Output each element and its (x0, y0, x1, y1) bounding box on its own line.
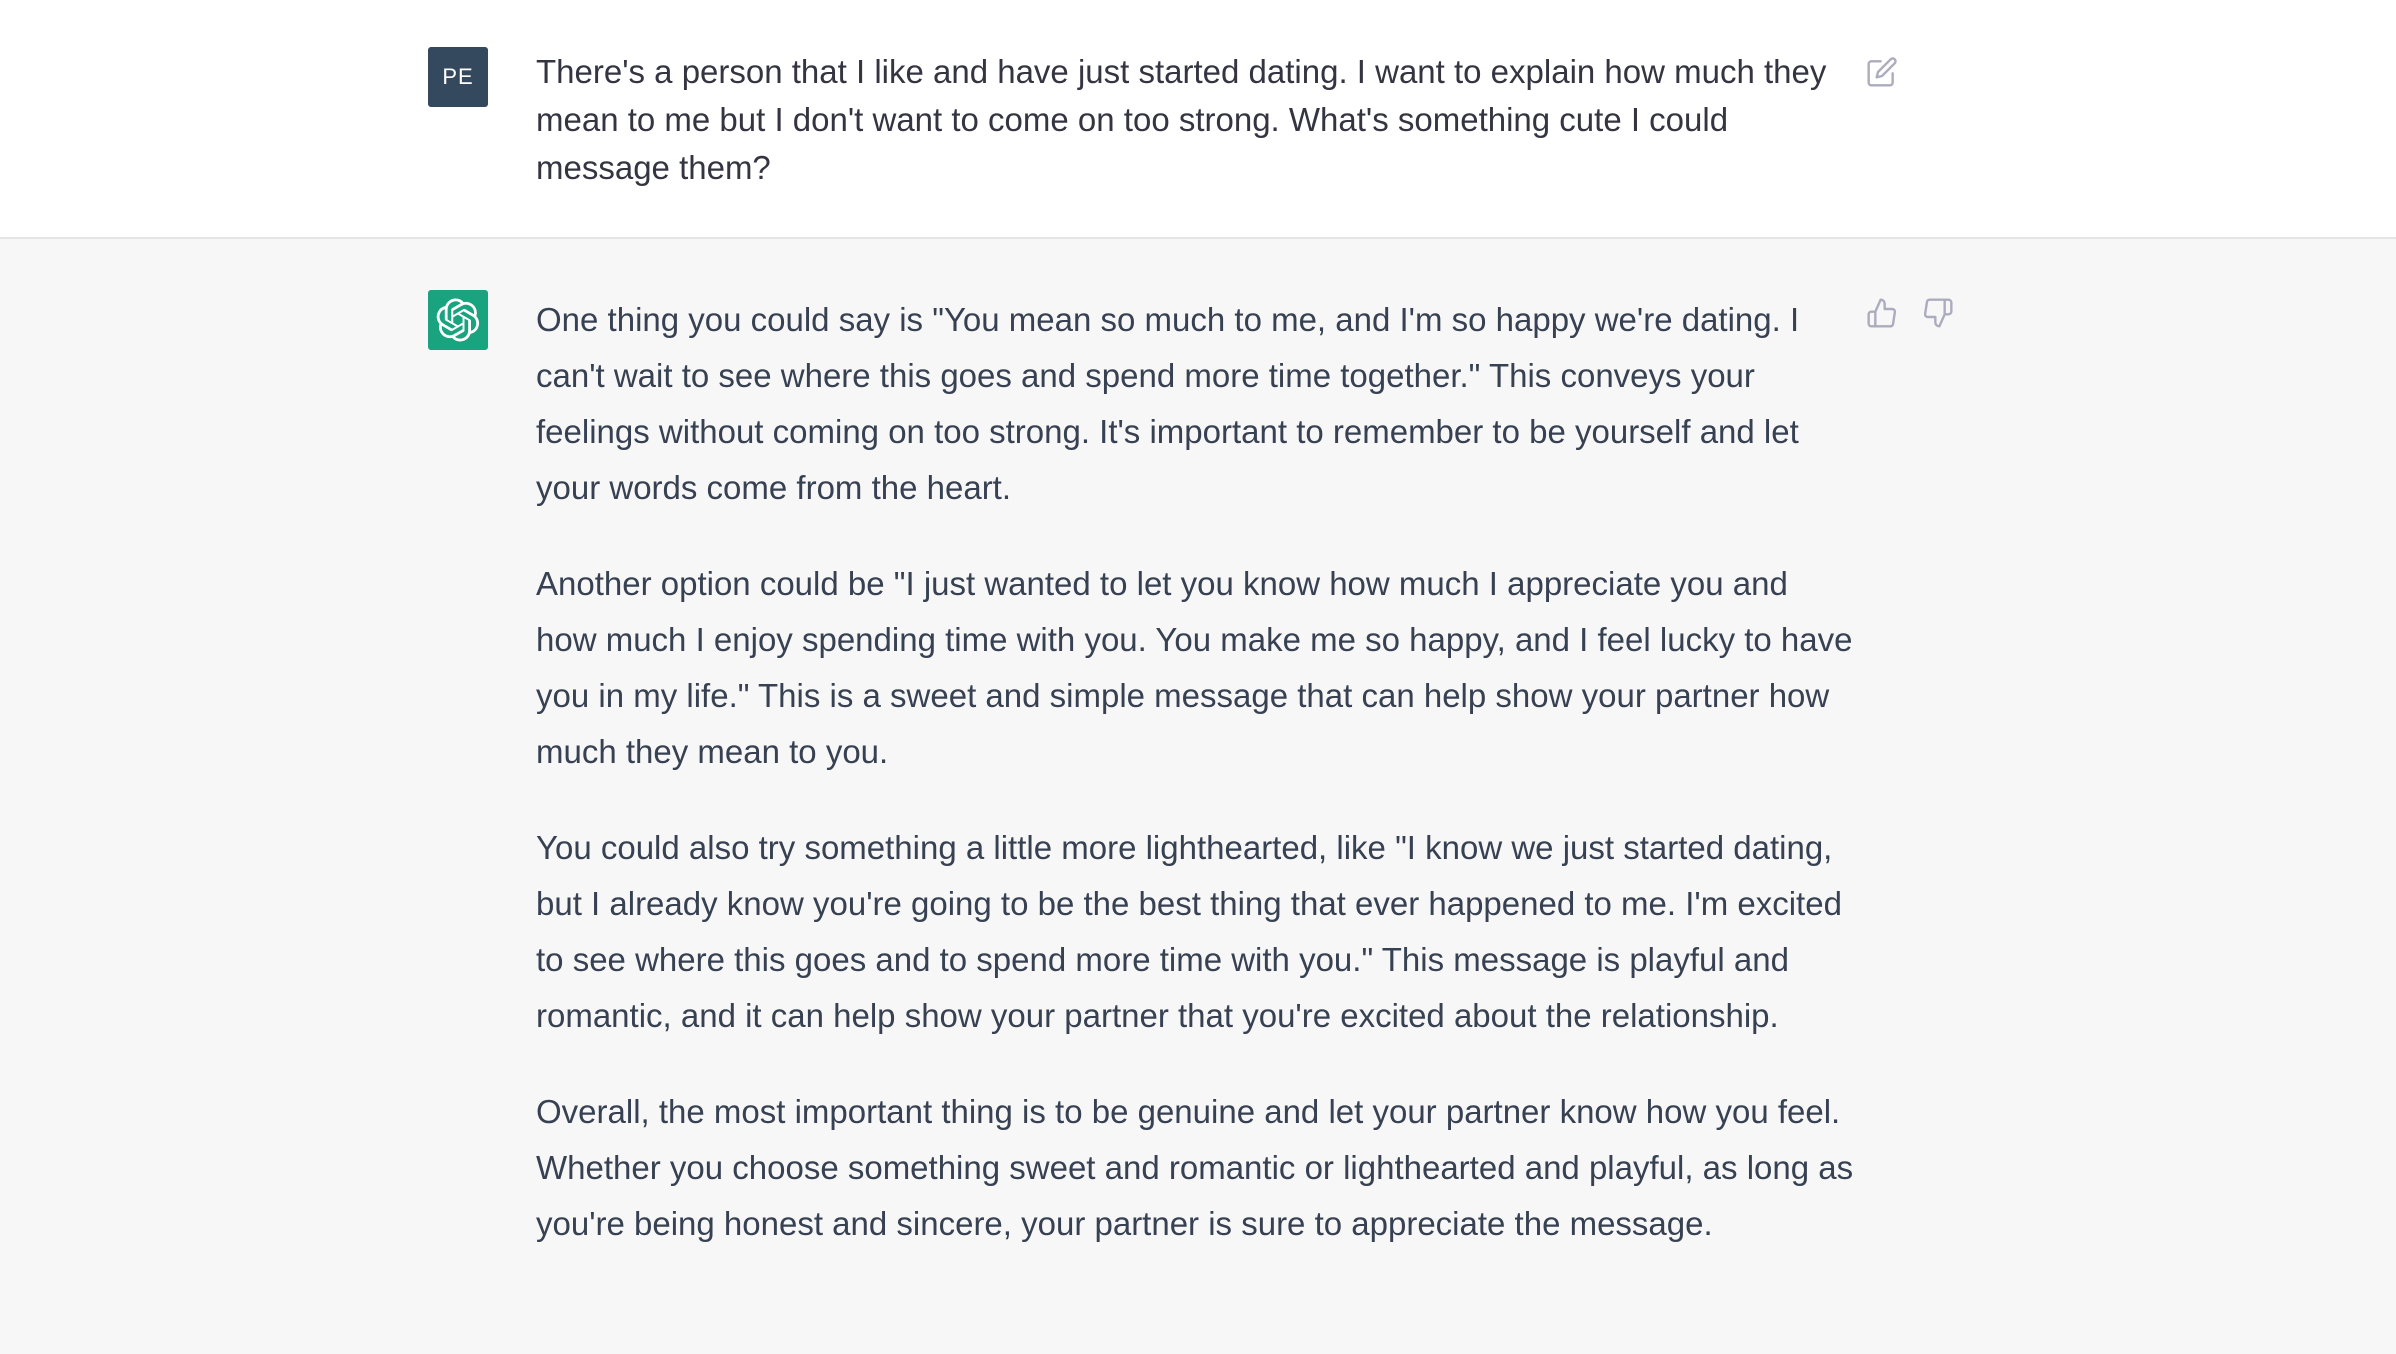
openai-logo-icon (436, 298, 480, 342)
edit-message-button[interactable] (1862, 52, 1902, 92)
assistant-paragraph: One thing you could say is "You mean so … (536, 301, 1800, 506)
thumbs-up-icon (1867, 298, 1897, 328)
assistant-message-text: One thing you could say is "You mean so … (536, 292, 1856, 1292)
assistant-paragraph: You could also try something a little mo… (536, 829, 1842, 1034)
user-message-row: PE There's a person that I like and have… (0, 0, 2396, 239)
thumbs-up-button[interactable] (1862, 293, 1902, 333)
assistant-avatar (428, 290, 488, 350)
assistant-paragraph: Another option could be "I just wanted t… (536, 565, 1853, 770)
edit-icon (1867, 57, 1897, 87)
thumbs-down-icon (1923, 298, 1953, 328)
user-avatar: PE (428, 47, 488, 107)
user-avatar-initials: PE (442, 64, 474, 89)
user-message-text: There's a person that I like and have ju… (536, 53, 1827, 186)
assistant-paragraph: Overall, the most important thing is to … (536, 1093, 1854, 1242)
thumbs-down-button[interactable] (1918, 293, 1958, 333)
assistant-message-row: One thing you could say is "You mean so … (0, 239, 2396, 1354)
